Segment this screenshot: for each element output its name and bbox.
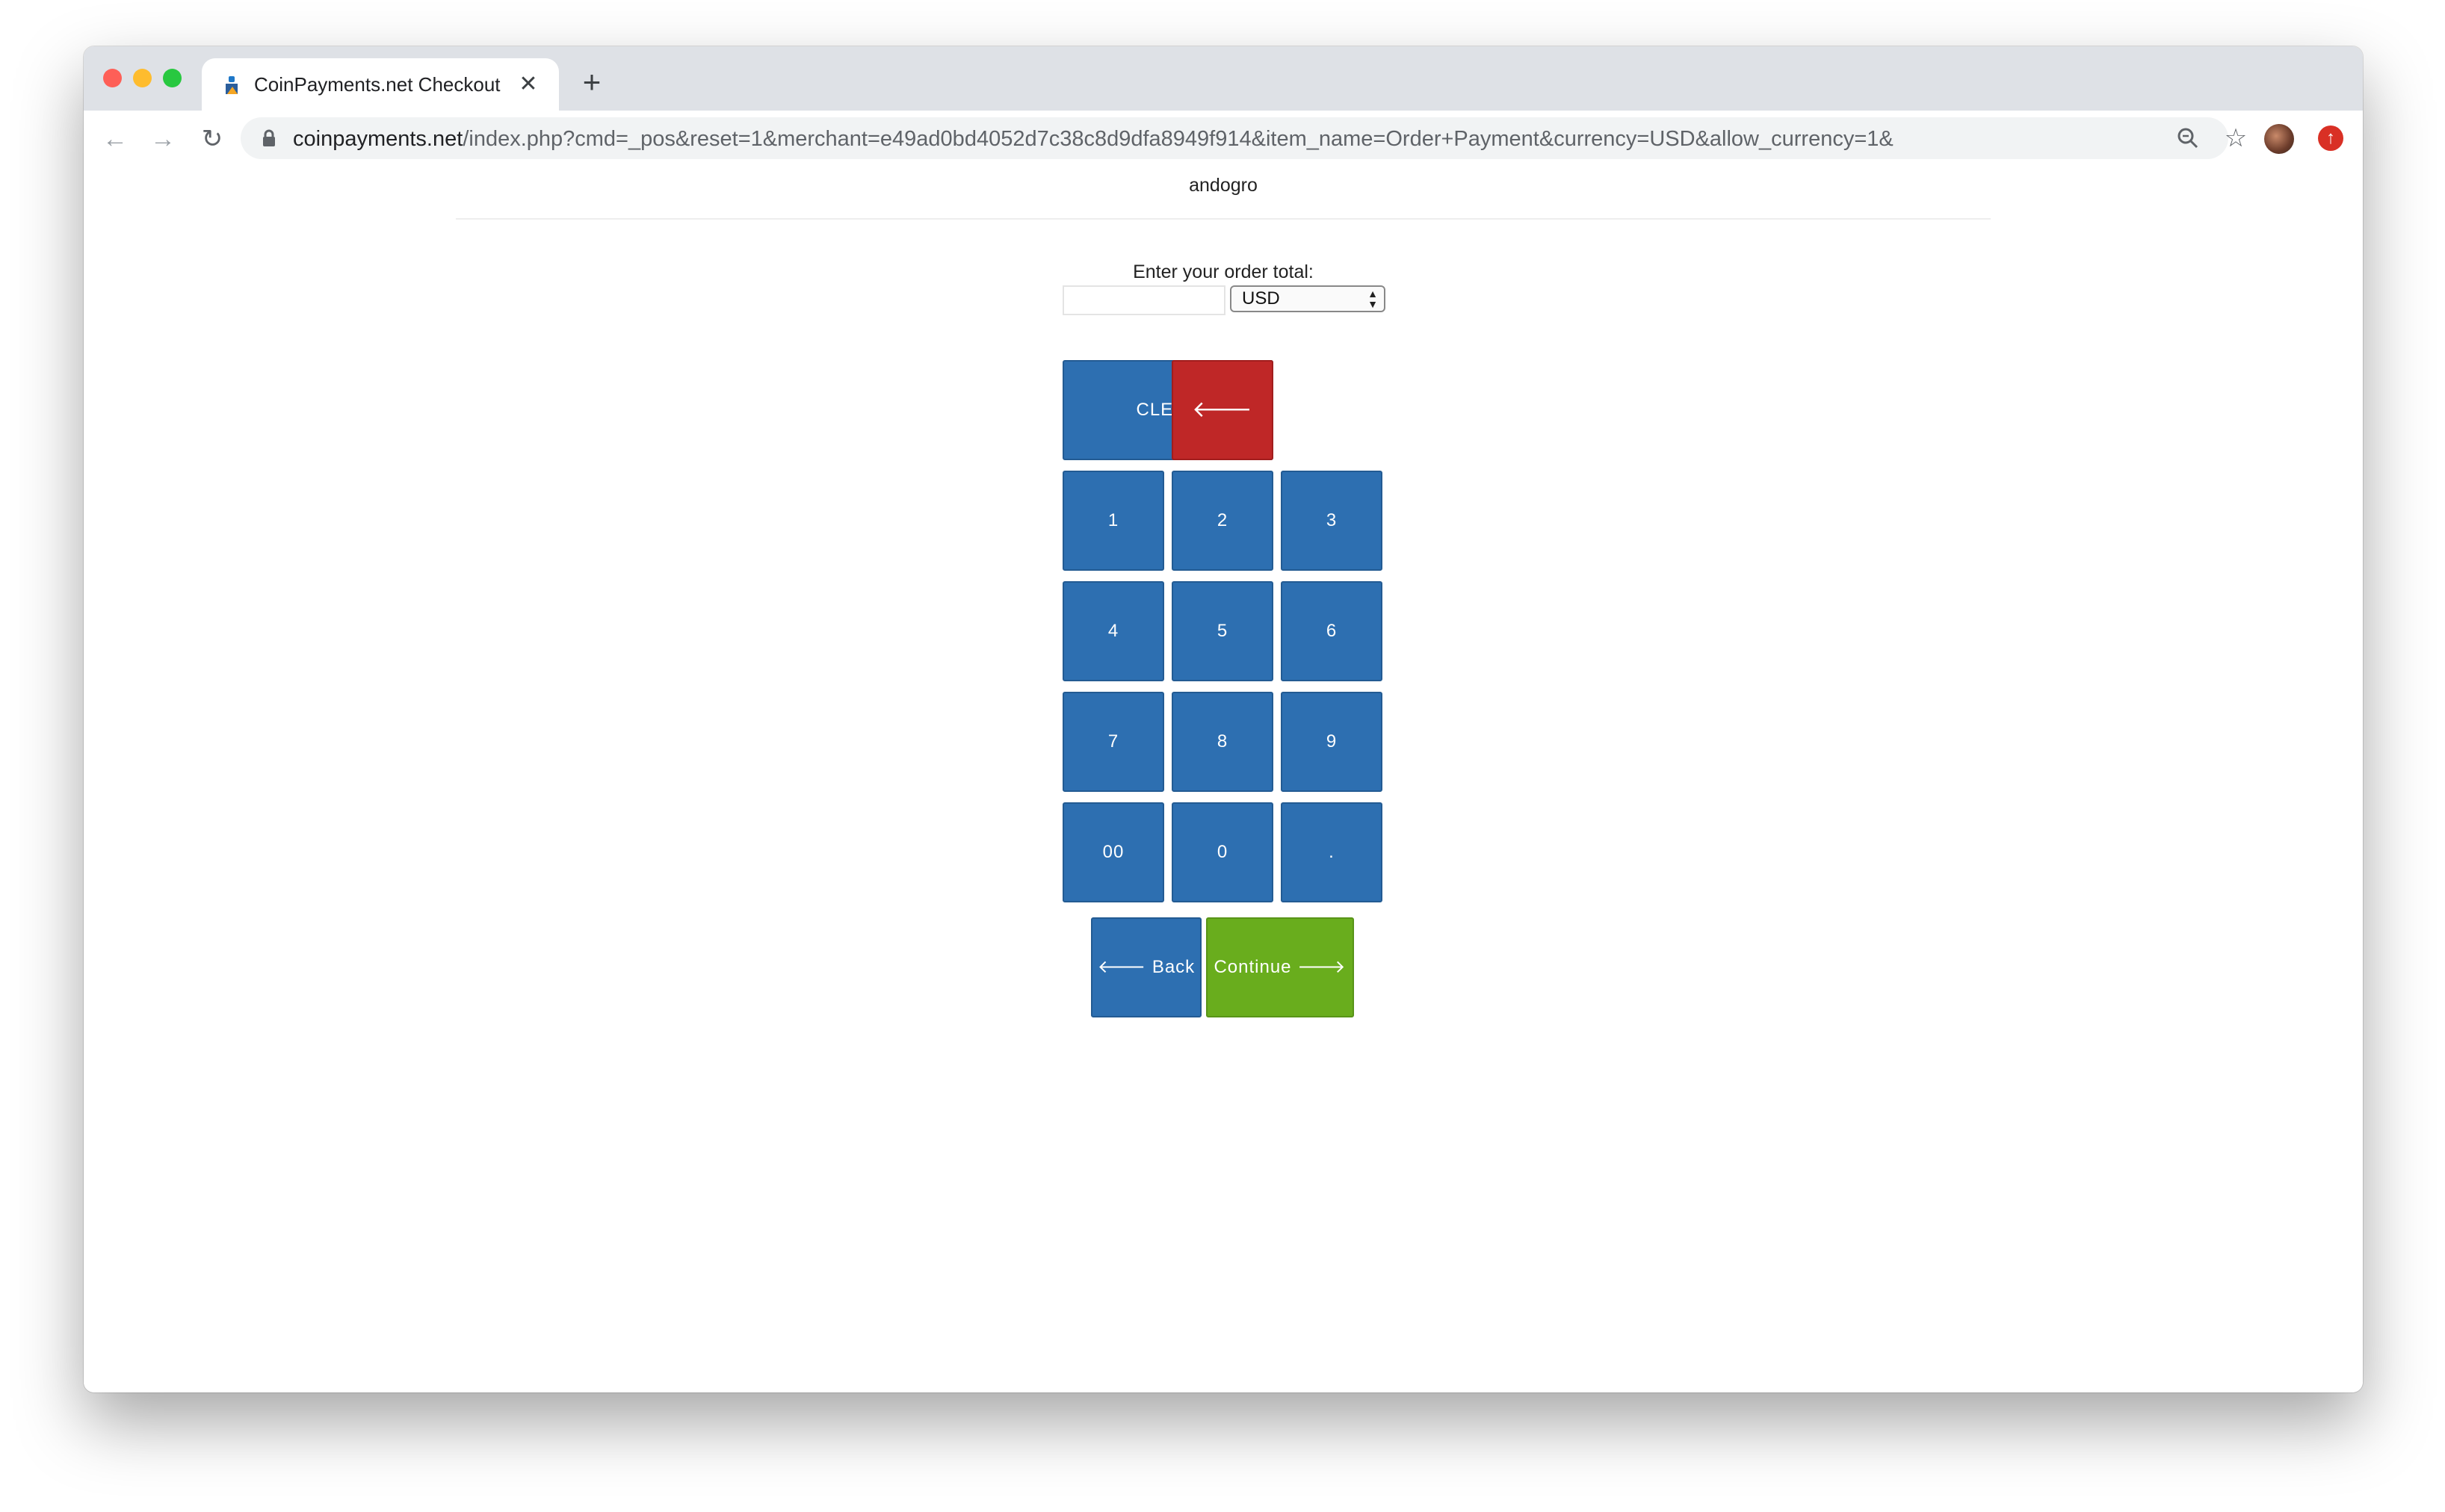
key-00-button[interactable]: 00: [1063, 802, 1164, 902]
tab-coinpayments-checkout[interactable]: CoinPayments.net Checkout ✕: [202, 58, 559, 111]
key-7-button[interactable]: 7: [1063, 692, 1164, 792]
close-window-icon[interactable]: [103, 69, 122, 87]
back-arrow-icon[interactable]: ←: [99, 123, 132, 155]
profile-avatar[interactable]: [2264, 124, 2294, 154]
url-host: coinpayments.net: [293, 127, 463, 151]
page-content: andogro Enter your order total: USD ▲ ▼ C…: [84, 167, 2363, 1392]
lock-icon: [263, 129, 275, 146]
key-4-button[interactable]: 4: [1063, 581, 1164, 681]
merchant-name: andogro: [1189, 175, 1258, 196]
reload-icon[interactable]: ↻: [196, 123, 229, 155]
key-6-button[interactable]: 6: [1281, 581, 1382, 681]
url-text[interactable]: coinpayments.net/index.php?cmd=_pos&rese…: [293, 127, 1894, 152]
currency-select[interactable]: USD ▲ ▼: [1230, 285, 1385, 312]
key-1-button[interactable]: 1: [1063, 471, 1164, 571]
key-dot-button[interactable]: .: [1281, 802, 1382, 902]
new-tab-button[interactable]: +: [577, 66, 607, 98]
tab-bar: CoinPayments.net Checkout ✕ +: [84, 46, 2363, 111]
minimize-window-icon[interactable]: [133, 69, 152, 87]
back-button[interactable]: 🡐 Back: [1091, 917, 1202, 1017]
zoom-icon[interactable]: [2174, 125, 2201, 152]
extension-update-icon[interactable]: ↑: [2318, 126, 2343, 151]
order-total-input[interactable]: [1063, 285, 1225, 315]
order-total-label: Enter your order total:: [1133, 261, 1314, 282]
currency-selected-value: USD: [1242, 288, 1280, 309]
key-9-button[interactable]: 9: [1281, 692, 1382, 792]
tab-close-icon[interactable]: ✕: [514, 70, 543, 99]
browser-toolbar: ← → ↻ coinpayments.net/index.php?cmd=_po…: [84, 111, 2363, 169]
address-bar[interactable]: coinpayments.net/index.php?cmd=_pos&rese…: [241, 117, 2247, 159]
key-5-button[interactable]: 5: [1172, 581, 1273, 681]
header-divider: [456, 218, 1991, 220]
coinpayments-favicon-icon: [226, 76, 238, 94]
key-2-button[interactable]: 2: [1172, 471, 1273, 571]
url-path: /index.php?cmd=_pos&reset=1&merchant=e49…: [463, 127, 1894, 151]
maximize-window-icon[interactable]: [163, 69, 182, 87]
tab-title: CoinPayments.net Checkout: [254, 73, 501, 96]
forward-arrow-icon[interactable]: →: [146, 123, 179, 155]
select-arrows-icon: ▲ ▼: [1367, 288, 1378, 310]
continue-button[interactable]: Continue 🡒: [1206, 917, 1354, 1017]
backspace-button[interactable]: 🡐: [1172, 360, 1273, 460]
key-3-button[interactable]: 3: [1281, 471, 1382, 571]
bookmark-star-icon[interactable]: ☆: [2222, 125, 2249, 152]
key-8-button[interactable]: 8: [1172, 692, 1273, 792]
key-0-button[interactable]: 0: [1172, 802, 1273, 902]
browser-window: CoinPayments.net Checkout ✕ + ← → ↻ coin…: [84, 46, 2363, 1392]
